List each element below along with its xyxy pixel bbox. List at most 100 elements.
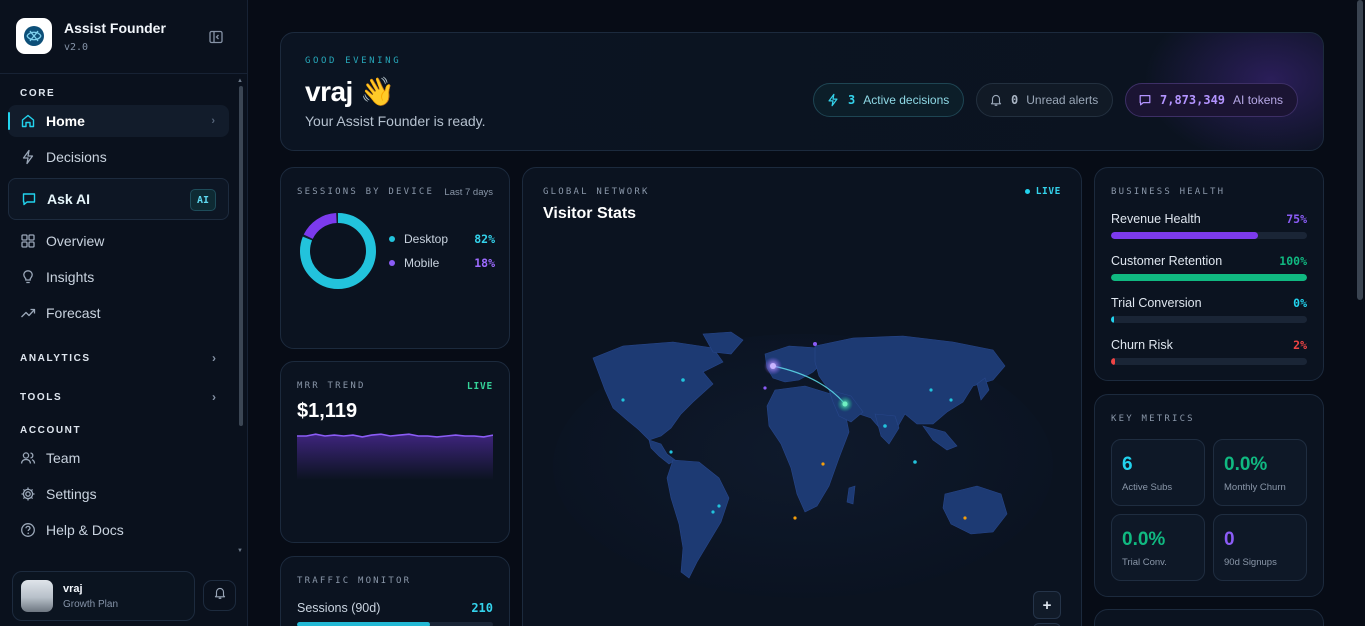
main-scrollbar[interactable]	[1357, 0, 1363, 300]
greeting-label: GOOD EVENING	[305, 56, 402, 66]
sidebar-scrollbar[interactable]	[239, 86, 243, 426]
sidebar-item-label: Decisions	[46, 149, 107, 165]
ai-badge: AI	[190, 189, 216, 211]
card-title: KEY METRICS	[1111, 414, 1195, 424]
mrr-value: $1,119	[297, 400, 358, 422]
divider	[0, 73, 247, 74]
card-title: MRR TREND	[297, 381, 366, 391]
live-indicator: LIVE	[1024, 186, 1061, 197]
legend-value: 18%	[474, 256, 495, 270]
notifications-button[interactable]	[203, 580, 236, 611]
brand[interactable]: Assist Founder v2.0	[16, 18, 166, 54]
metric-tile-monthly-churn[interactable]: 0.0% Monthly Churn	[1213, 439, 1307, 506]
date-range-label[interactable]: Last 7 days	[444, 187, 493, 198]
traffic-label: Sessions (90d)	[297, 601, 381, 615]
chat-icon	[1138, 93, 1152, 107]
bolt-icon	[20, 149, 36, 165]
world-map[interactable]	[553, 328, 1053, 598]
key-metrics-card: KEY METRICS 6 Active Subs 0.0% Monthly C…	[1094, 394, 1324, 597]
metric-tile-trial-conv[interactable]: 0.0% Trial Conv.	[1111, 514, 1205, 581]
health-value: 75%	[1286, 212, 1307, 226]
section-account: ACCOUNT	[20, 425, 82, 436]
section-tools-label: TOOLS	[20, 391, 63, 403]
traffic-progress-fill	[297, 622, 431, 626]
sidebar-item-home[interactable]: Home ›	[8, 105, 229, 137]
user-name: vraj	[63, 582, 83, 595]
health-row-retention: Customer Retention 100%	[1111, 254, 1307, 281]
visitor-dot	[717, 504, 721, 508]
pill-value: 3	[848, 93, 856, 107]
metric-label: Trial Conv.	[1122, 557, 1167, 568]
zoom-in-button[interactable]: +	[1033, 591, 1061, 619]
pill-value: 0	[1011, 93, 1019, 107]
sidebar-item-forecast[interactable]: Forecast	[8, 297, 229, 329]
health-row-trial: Trial Conversion 0%	[1111, 296, 1307, 323]
chevron-right-icon: ›	[212, 390, 216, 404]
map-node[interactable]	[842, 401, 848, 407]
sidebar-item-insights[interactable]: Insights	[8, 261, 229, 293]
gear-icon	[20, 486, 36, 502]
legend-label: Mobile	[404, 256, 440, 270]
bolt-icon	[826, 93, 840, 107]
metric-value: 0.0%	[1122, 529, 1166, 550]
collapse-sidebar-icon[interactable]	[208, 29, 224, 45]
metric-tile-active-subs[interactable]: 6 Active Subs	[1111, 439, 1205, 506]
card-title: GLOBAL NETWORK	[543, 187, 650, 197]
business-health-card: BUSINESS HEALTH Revenue Health 75% Custom…	[1094, 167, 1324, 381]
section-analytics-toggle[interactable]: ANALYTICS ›	[20, 351, 216, 365]
section-core: CORE	[20, 88, 56, 99]
traffic-monitor-card: TRAFFIC MONITOR Sessions (90d) 210	[280, 556, 510, 626]
section-analytics-label: ANALYTICS	[20, 352, 91, 364]
sidebar-item-label: Settings	[46, 486, 97, 502]
chat-icon	[21, 191, 37, 207]
section-tools-toggle[interactable]: TOOLS ›	[20, 390, 216, 404]
health-row-revenue: Revenue Health 75%	[1111, 212, 1307, 239]
visitor-dot	[711, 510, 715, 514]
metric-tile-90d-signups[interactable]: 0 90d Signups	[1213, 514, 1307, 581]
traffic-progress-bar	[297, 622, 493, 626]
home-icon	[20, 113, 36, 129]
health-label: Customer Retention	[1111, 254, 1223, 268]
visitor-dot	[813, 342, 817, 346]
ai-tokens-pill[interactable]: 7,873,349 AI tokens	[1125, 83, 1299, 117]
sidebar-item-label: Team	[46, 450, 81, 466]
legend-dot	[389, 236, 395, 242]
mrr-sparkline	[297, 433, 493, 480]
health-bar	[1111, 232, 1307, 239]
health-bar	[1111, 274, 1307, 281]
health-bar-fill	[1111, 232, 1258, 239]
sidebar-item-label: Home	[46, 113, 85, 129]
sidebar-item-ask-ai[interactable]: Ask AI AI	[8, 178, 229, 220]
health-bar	[1111, 358, 1307, 365]
avatar	[21, 580, 53, 612]
sessions-by-device-card: SESSIONS BY DEVICE Last 7 days Desktop 8…	[280, 167, 510, 349]
health-label: Revenue Health	[1111, 212, 1201, 226]
health-label: Churn Risk	[1111, 338, 1173, 352]
device-donut-chart	[300, 213, 376, 289]
sidebar-item-team[interactable]: Team	[8, 442, 229, 474]
active-decisions-pill[interactable]: 3 Active decisions	[813, 83, 965, 117]
sidebar-item-help[interactable]: Help & Docs	[8, 514, 229, 546]
user-plan: Growth Plan	[63, 598, 119, 610]
users-icon	[20, 450, 36, 466]
card-title: SESSIONS BY DEVICE	[297, 187, 435, 197]
scroll-down-arrow[interactable]: ▼	[237, 548, 243, 554]
live-dot	[1024, 189, 1030, 194]
unread-alerts-pill[interactable]: 0 Unread alerts	[976, 83, 1114, 117]
sidebar-item-decisions[interactable]: Decisions	[8, 141, 229, 173]
visitor-dot	[913, 460, 917, 464]
scroll-up-arrow[interactable]: ▲	[237, 78, 243, 84]
sidebar-item-settings[interactable]: Settings	[8, 478, 229, 510]
metric-value: 6	[1122, 454, 1133, 475]
visitor-dot	[669, 450, 673, 454]
sidebar-item-overview[interactable]: Overview	[8, 225, 229, 257]
app-version: v2.0	[64, 41, 89, 53]
bell-icon	[213, 586, 227, 605]
user-card[interactable]: vraj Growth Plan	[12, 571, 195, 621]
health-bar	[1111, 316, 1307, 323]
mrr-area	[297, 434, 493, 480]
sidebar-item-label: Insights	[46, 269, 95, 285]
map-node[interactable]	[770, 363, 776, 369]
visitor-dot	[929, 388, 933, 392]
legend-dot	[389, 260, 395, 266]
